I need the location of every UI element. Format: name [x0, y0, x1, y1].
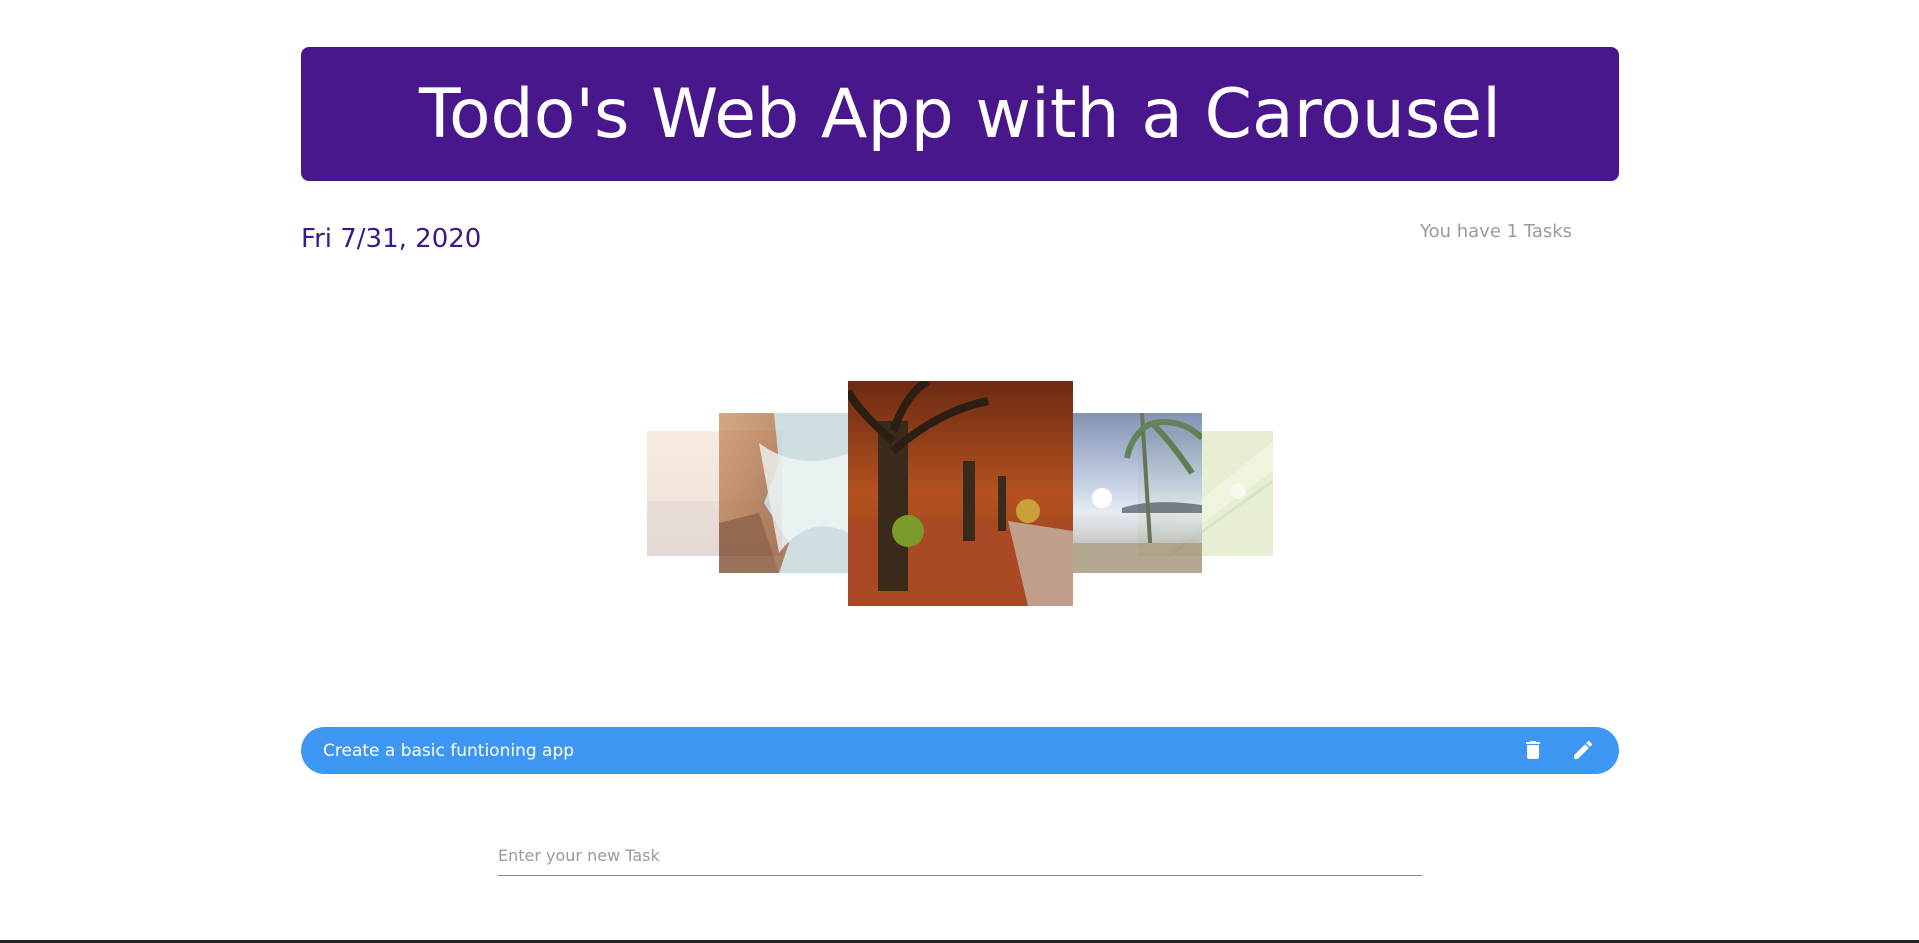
pencil-icon[interactable] — [1571, 738, 1595, 762]
trash-icon[interactable] — [1521, 738, 1545, 762]
new-task-input[interactable] — [498, 836, 1422, 876]
carousel-slide-rocky-coast-waves[interactable] — [719, 413, 849, 573]
app-header: Todo's Web App with a Carousel — [301, 47, 1619, 181]
app-page: Todo's Web App with a Carousel Fri 7/31,… — [0, 0, 1919, 943]
task-item-text: Create a basic funtioning app — [323, 740, 575, 761]
task-count: You have 1 Tasks — [1420, 221, 1573, 242]
carousel-slide-autumn-tree-avenue[interactable] — [848, 381, 1073, 606]
task-item: Create a basic funtioning app — [301, 727, 1619, 774]
current-date: Fri 7/31, 2020 — [301, 224, 482, 254]
app-title: Todo's Web App with a Carousel — [418, 74, 1502, 154]
carousel-slide-tropical-beach-sunset[interactable] — [1072, 413, 1202, 573]
